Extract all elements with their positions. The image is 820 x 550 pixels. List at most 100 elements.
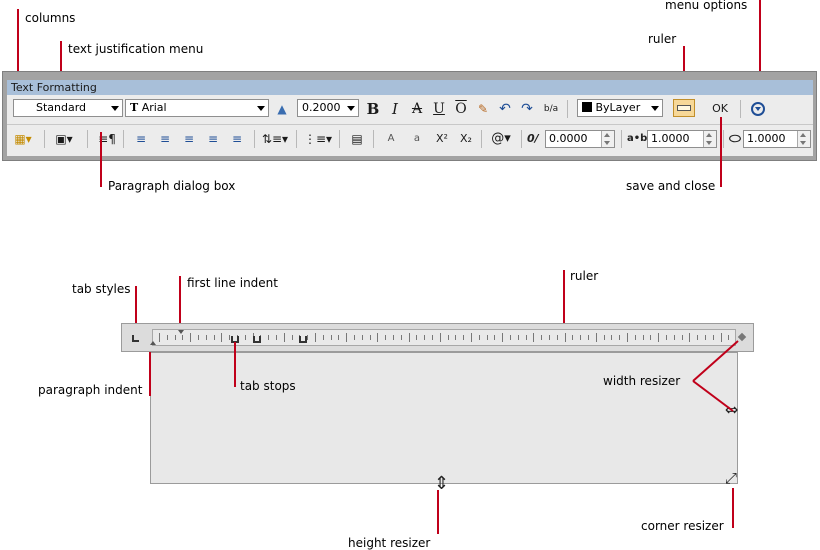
callout-paragraph-dialog: Paragraph dialog box bbox=[108, 179, 236, 193]
callout-save-close-line bbox=[720, 117, 722, 187]
callout-columns: columns bbox=[25, 11, 76, 25]
spinner-icon[interactable] bbox=[601, 131, 614, 147]
font-dropdown[interactable]: T Arial bbox=[125, 99, 269, 117]
oblique-angle-value: 0.0000 bbox=[549, 132, 588, 145]
paragraph-indent-marker[interactable] bbox=[150, 341, 156, 345]
tab-style-icon[interactable] bbox=[132, 335, 139, 342]
corner-resizer-icon[interactable]: ⤢ bbox=[725, 471, 737, 486]
symbol-button[interactable]: @▾ bbox=[487, 129, 515, 149]
ruler-tick bbox=[338, 335, 340, 340]
ruler-tick bbox=[634, 335, 636, 340]
superscript-button[interactable]: X² bbox=[431, 129, 453, 149]
ruler-tick bbox=[400, 335, 402, 340]
oblique-angle-input[interactable]: 0.0000 bbox=[545, 130, 615, 148]
font-value: Arial bbox=[141, 101, 167, 114]
ruler-tick bbox=[190, 333, 192, 342]
ruler-tick bbox=[588, 335, 589, 340]
ruler-tick bbox=[517, 335, 519, 340]
line-spacing-icon[interactable]: ⇅≡▾ bbox=[261, 129, 289, 149]
align-center-icon[interactable]: ≡ bbox=[155, 129, 175, 149]
redo-button[interactable]: ↷ bbox=[517, 99, 537, 119]
callout-text-justification: text justification menu bbox=[68, 42, 204, 56]
lowercase-icon[interactable]: a bbox=[405, 129, 429, 149]
underline-button[interactable]: U bbox=[429, 99, 449, 119]
text-editor-area[interactable]: ⇕ ⤢ ⇔ bbox=[150, 352, 738, 493]
toolbar-title[interactable]: Text Formatting bbox=[7, 80, 813, 95]
tab-stop-marker[interactable] bbox=[253, 336, 261, 343]
ruler-tick bbox=[455, 335, 457, 340]
uppercase-icon[interactable]: A bbox=[379, 129, 403, 149]
separator bbox=[254, 130, 255, 148]
ruler-tick bbox=[322, 335, 324, 340]
separator bbox=[44, 130, 45, 148]
ruler-tick bbox=[205, 335, 207, 340]
width-factor-input[interactable]: 1.0000 bbox=[743, 130, 811, 148]
overline-button[interactable]: O bbox=[451, 99, 471, 119]
bold-button[interactable]: B bbox=[363, 99, 383, 119]
strikethrough-button[interactable]: A bbox=[407, 99, 427, 119]
ruler-bar[interactable] bbox=[121, 323, 754, 352]
ruler-tick bbox=[627, 333, 628, 342]
match-properties-icon[interactable]: ✎ bbox=[473, 99, 493, 119]
ruler-tick bbox=[307, 335, 309, 340]
text-justification-icon[interactable]: ▣▾ bbox=[51, 129, 77, 149]
text-height-dropdown[interactable]: 0.2000 bbox=[297, 99, 359, 117]
width-resizer-diamond-icon[interactable] bbox=[737, 332, 747, 342]
ruler-tick bbox=[244, 335, 246, 340]
ruler-track[interactable] bbox=[150, 329, 736, 346]
ruler-tick bbox=[650, 335, 652, 340]
ruler-tick bbox=[393, 335, 394, 340]
ok-button[interactable]: OK bbox=[707, 99, 733, 119]
ruler-tick bbox=[315, 333, 316, 342]
justify-icon[interactable]: ≡ bbox=[203, 129, 223, 149]
style-dropdown[interactable]: Standard bbox=[13, 99, 123, 117]
ruler-tick bbox=[408, 333, 410, 342]
ruler-tick bbox=[221, 333, 223, 342]
callout-paragraph-line bbox=[100, 132, 102, 187]
ruler-tick bbox=[478, 335, 480, 340]
ruler-tick bbox=[268, 335, 270, 340]
columns-icon[interactable]: ▦▾ bbox=[13, 129, 33, 149]
ruler-tick bbox=[354, 335, 355, 340]
spinner-icon[interactable] bbox=[797, 131, 810, 147]
ruler-tick bbox=[697, 335, 699, 340]
distribute-icon[interactable]: ≡ bbox=[227, 129, 247, 149]
tracking-input[interactable]: 1.0000 bbox=[647, 130, 717, 148]
insert-field-icon[interactable]: ▤ bbox=[347, 129, 367, 149]
ruler-icon bbox=[677, 105, 691, 111]
menu-options-button[interactable] bbox=[751, 102, 765, 116]
chevron-down-icon bbox=[651, 106, 659, 111]
width-resizer-icon[interactable]: ⇔ bbox=[725, 402, 738, 418]
ruler-tick bbox=[377, 333, 379, 342]
ruler-tick bbox=[619, 335, 621, 340]
ruler-button[interactable] bbox=[673, 99, 695, 117]
first-line-indent-marker[interactable] bbox=[178, 330, 184, 334]
ruler-tick bbox=[533, 333, 535, 342]
ruler-tick bbox=[541, 335, 543, 340]
spinner-icon[interactable] bbox=[703, 131, 716, 147]
align-right-icon[interactable]: ≡ bbox=[179, 129, 199, 149]
tab-stop-marker[interactable] bbox=[299, 336, 307, 343]
callout-menu-options: menu options bbox=[665, 0, 748, 12]
numbering-icon[interactable]: ⋮≡▾ bbox=[304, 129, 332, 149]
align-left-icon[interactable]: ≡ bbox=[131, 129, 151, 149]
tracking-value: 1.0000 bbox=[651, 132, 690, 145]
ruler-tick bbox=[510, 335, 511, 340]
ruler-tick bbox=[330, 335, 332, 340]
italic-button[interactable]: I bbox=[385, 99, 405, 119]
separator bbox=[296, 130, 297, 148]
ruler-tick bbox=[728, 335, 730, 340]
stack-button[interactable]: b/a bbox=[541, 99, 561, 119]
ruler-tick bbox=[642, 335, 644, 340]
color-dropdown[interactable]: ByLayer bbox=[577, 99, 663, 117]
ruler-tick bbox=[580, 335, 582, 340]
annotative-icon[interactable]: ▲ bbox=[272, 99, 292, 119]
separator bbox=[373, 130, 374, 148]
undo-button[interactable]: ↶ bbox=[495, 99, 515, 119]
subscript-button[interactable]: X₂ bbox=[455, 129, 477, 149]
row-divider bbox=[7, 124, 813, 125]
callout-first-line-indent: first line indent bbox=[187, 276, 278, 290]
ruler-tick bbox=[198, 335, 199, 340]
separator bbox=[621, 130, 622, 148]
chevron-down-icon bbox=[347, 106, 355, 111]
